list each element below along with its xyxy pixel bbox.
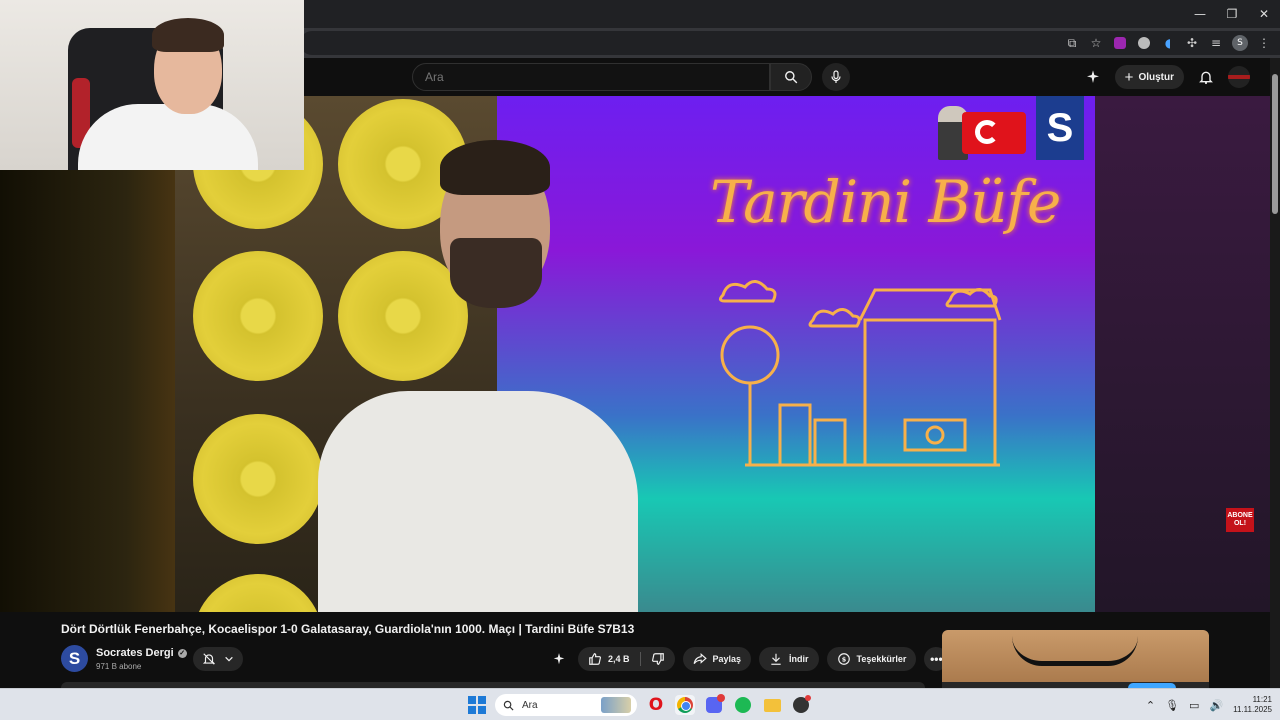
- minimize-button[interactable]: —: [1184, 0, 1216, 28]
- notifications-bell-icon[interactable]: [1198, 69, 1214, 85]
- thumbs-up-icon: [589, 653, 602, 665]
- taskbar-clock[interactable]: 11:21 11.11.2025: [1233, 695, 1272, 715]
- amazon-smile-logo: [1012, 636, 1138, 666]
- presenter-hair: [440, 140, 550, 195]
- download-icon: [771, 653, 781, 665]
- page-scrollbar[interactable]: [1270, 58, 1280, 688]
- install-app-icon[interactable]: ⧉: [1064, 35, 1080, 51]
- video-right-panel: [1095, 96, 1270, 612]
- taskbar-apps: Ara O: [468, 689, 811, 720]
- share-arrow-icon: [693, 653, 707, 665]
- sparkle-icon[interactable]: [1085, 69, 1101, 85]
- subscribe-badge[interactable]: ABONE OL!: [1226, 508, 1254, 532]
- scrollbar-thumb[interactable]: [1272, 74, 1278, 214]
- extension-grey-icon[interactable]: [1136, 35, 1152, 51]
- discord-app-icon[interactable]: [704, 694, 725, 715]
- presenter-beard: [450, 238, 542, 308]
- account-avatar[interactable]: [1228, 66, 1250, 88]
- windows-taskbar: Ara O ⌃ 🎙 ▭ 🔊 11:21 11.11.2025: [0, 688, 1280, 720]
- opera-app-icon[interactable]: O: [646, 695, 666, 715]
- clock-date: 11.11.2025: [1233, 705, 1272, 714]
- share-label: Paylaş: [712, 654, 742, 664]
- create-label: Oluştur: [1138, 71, 1174, 83]
- header-actions: + Oluştur: [1085, 63, 1250, 91]
- sparkle-icon: [553, 653, 565, 665]
- share-button[interactable]: Paylaş: [682, 647, 752, 671]
- presenter-body: [318, 391, 638, 612]
- subscriber-count: 971 B abone: [96, 662, 142, 671]
- webcam-overlay: [0, 0, 304, 170]
- notification-settings-button[interactable]: [193, 647, 243, 671]
- channel-avatar[interactable]: S: [61, 645, 88, 672]
- search-input[interactable]: [413, 64, 769, 90]
- download-button[interactable]: İndir: [759, 647, 819, 671]
- wall-disc: [193, 251, 323, 381]
- channel-name-text[interactable]: Socrates Dergi: [96, 647, 174, 659]
- streamer-hair: [152, 18, 224, 52]
- thanks-button[interactable]: $ Teşekkürler: [826, 647, 917, 671]
- system-tray: ⌃ 🎙 ▭ 🔊 11:21 11.11.2025: [1146, 689, 1272, 720]
- start-button[interactable]: [468, 696, 486, 714]
- microphone-icon: [831, 70, 841, 83]
- clock-time: 11:21: [1252, 695, 1272, 704]
- like-button[interactable]: 2,4 B: [578, 647, 640, 671]
- verified-check-icon: ✓: [177, 648, 187, 658]
- search-box[interactable]: [412, 63, 770, 91]
- streamer-shirt: [78, 104, 258, 170]
- like-count: 2,4 B: [608, 654, 630, 664]
- video-title: Dört Dörtlük Fenerbahçe, Kocaelispor 1-0…: [61, 622, 635, 636]
- thumbs-down-icon: [651, 653, 664, 665]
- network-icon[interactable]: ▭: [1189, 699, 1199, 712]
- maximize-button[interactable]: ❐: [1216, 0, 1248, 28]
- profile-avatar[interactable]: S: [1232, 35, 1248, 51]
- window-controls: — ❐ ✕: [1184, 0, 1280, 28]
- chrome-app-icon[interactable]: [675, 695, 695, 715]
- super-thanks-icon: $: [837, 653, 850, 665]
- chevron-down-icon: [225, 656, 233, 662]
- dislike-button[interactable]: [641, 647, 675, 671]
- create-button[interactable]: + Oluştur: [1114, 65, 1184, 89]
- video-actions: 2,4 B Paylaş İndir $ Teşekkürler •••: [548, 647, 949, 671]
- video-player[interactable]: [0, 96, 1270, 612]
- wall-disc: [193, 414, 323, 544]
- search-button[interactable]: [770, 63, 812, 91]
- file-explorer-icon[interactable]: [762, 695, 782, 715]
- search-icon: [785, 71, 798, 84]
- channel-watermark-logo: S: [1036, 96, 1084, 160]
- download-label: İndir: [789, 654, 809, 664]
- extension-audio-icon[interactable]: ◖: [1160, 35, 1176, 51]
- taskbar-search-label: Ara: [522, 699, 538, 711]
- bell-off-icon: [202, 653, 216, 665]
- video-overlay-title: Tardini Büfe: [710, 168, 1061, 236]
- thanks-label: Teşekkürler: [856, 654, 907, 664]
- svg-text:$: $: [841, 655, 846, 663]
- like-dislike-group: 2,4 B: [578, 647, 675, 671]
- video-left-panel: [0, 96, 180, 612]
- recording-app-icon[interactable]: [791, 695, 811, 715]
- browser-toolbar-icons: ⧉ ☆ ◖ ✣ ≡ S ⋮: [1064, 28, 1272, 58]
- extension-purple-icon[interactable]: [1112, 35, 1128, 51]
- tray-overflow-chevron-icon[interactable]: ⌃: [1146, 699, 1155, 712]
- spotify-app-icon[interactable]: [733, 695, 753, 715]
- screen: — ❐ ✕ ⧉ ☆ ◖ ✣ ≡ S ⋮ Ara + Oluştur Tardin…: [0, 0, 1280, 720]
- media-control-icon[interactable]: ≡: [1208, 35, 1224, 51]
- plus-icon: +: [1124, 68, 1134, 86]
- taskbar-search[interactable]: Ara: [495, 694, 637, 716]
- channel-name[interactable]: Socrates Dergi ✓: [96, 647, 187, 659]
- crescent-icon: [975, 120, 999, 144]
- ask-ai-button[interactable]: [548, 647, 570, 671]
- close-button[interactable]: ✕: [1248, 0, 1280, 28]
- search-highlight-image: [601, 697, 631, 713]
- bookmark-star-icon[interactable]: ☆: [1088, 35, 1104, 51]
- neon-kiosk-illustration: [718, 280, 1002, 467]
- extensions-puzzle-icon[interactable]: ✣: [1184, 35, 1200, 51]
- browser-menu-icon[interactable]: ⋮: [1256, 35, 1272, 51]
- voice-search-button[interactable]: [822, 63, 850, 91]
- search-icon: [503, 700, 514, 711]
- volume-icon[interactable]: 🔊: [1209, 699, 1223, 712]
- microphone-icon[interactable]: 🎙: [1165, 699, 1179, 712]
